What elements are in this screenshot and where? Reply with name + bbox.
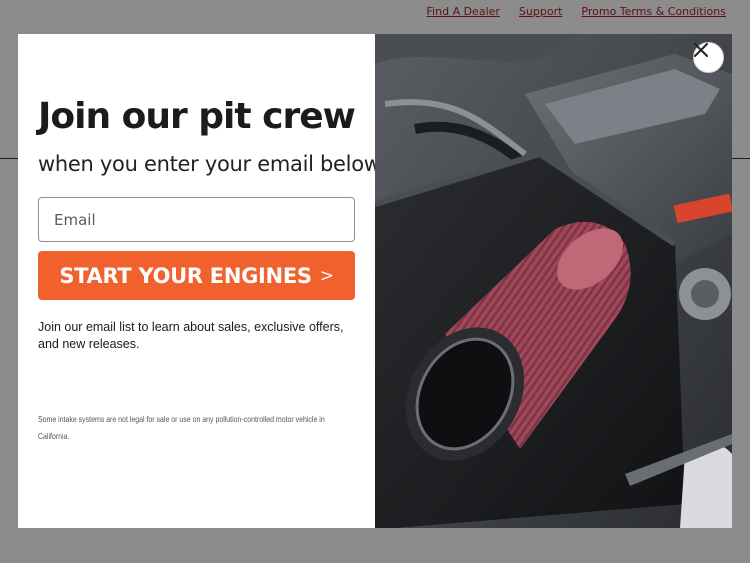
signup-modal: Join our pit crew when you enter your em… bbox=[18, 34, 732, 528]
signup-form-panel: Join our pit crew when you enter your em… bbox=[18, 34, 385, 528]
cta-label: START YOUR ENGINES bbox=[59, 263, 312, 288]
legal-disclaimer: Some intake systems are not legal for sa… bbox=[38, 414, 325, 441]
close-icon bbox=[694, 43, 708, 57]
modal-subhead: when you enter your email below. bbox=[38, 152, 386, 176]
close-button[interactable] bbox=[693, 42, 724, 73]
info-text: Join our email list to learn about sales… bbox=[38, 320, 344, 351]
engine-air-filter-image bbox=[375, 34, 732, 528]
engine-bay-illustration bbox=[375, 34, 732, 528]
start-engines-button[interactable]: START YOUR ENGINES > bbox=[38, 251, 355, 300]
chevron-right-icon: > bbox=[319, 265, 334, 286]
modal-headline: Join our pit crew bbox=[38, 96, 356, 137]
email-input[interactable] bbox=[38, 197, 355, 242]
